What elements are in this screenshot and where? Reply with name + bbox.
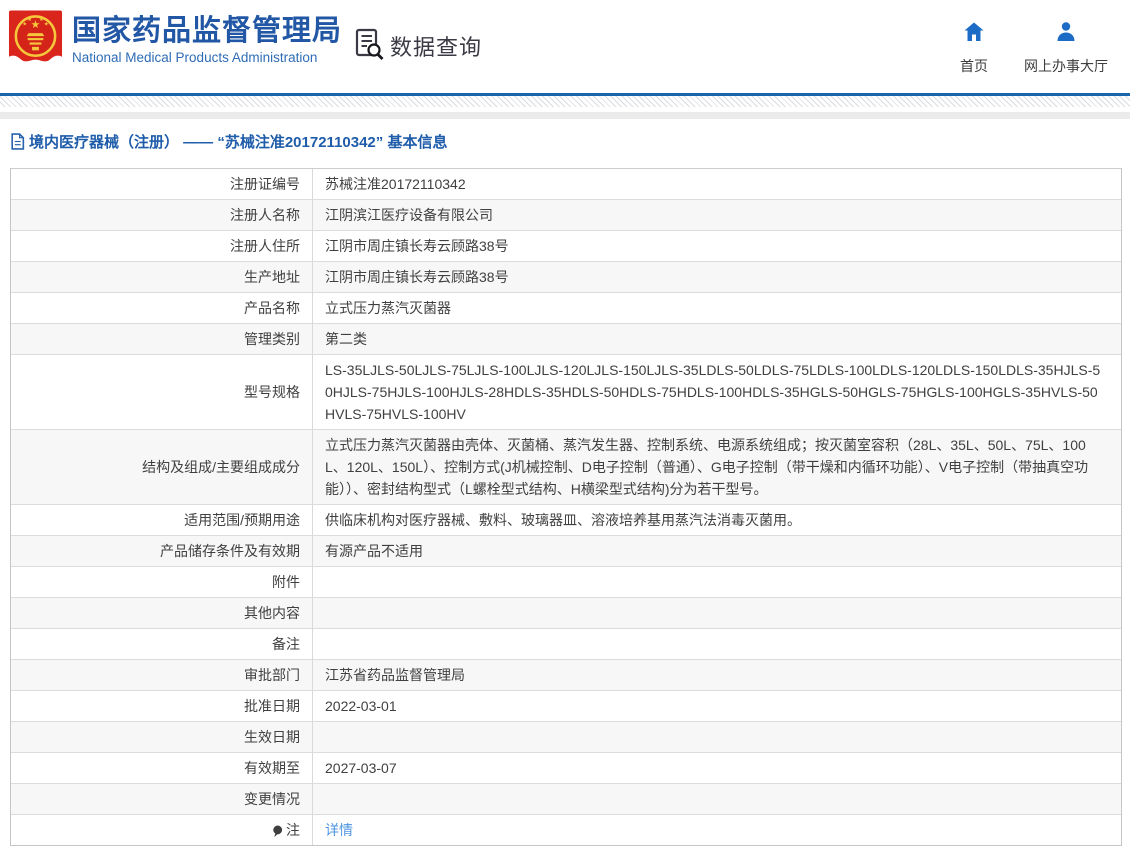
row-value: LS-35LJLS-50LJLS-75LJLS-100LJLS-120LJLS-… — [313, 355, 1121, 429]
table-row: 注册人名称江阴滨江医疗设备有限公司 — [11, 200, 1121, 231]
table-row: 审批部门江苏省药品监督管理局 — [11, 660, 1121, 691]
detail-link[interactable]: 详情 — [325, 822, 353, 838]
row-value: 第二类 — [313, 324, 1121, 354]
row-value-text: 第二类 — [325, 328, 1107, 350]
document-search-icon — [352, 27, 385, 65]
row-label: 其他内容 — [11, 598, 313, 628]
row-value — [313, 567, 1121, 597]
row-label: 管理类别 — [11, 324, 313, 354]
org-name-cn: 国家药品监督管理局 — [72, 15, 342, 47]
table-row: 变更情况 — [11, 784, 1121, 815]
table-row: 注册人住所江阴市周庄镇长寿云顾路38号 — [11, 231, 1121, 262]
row-value-text: 苏械注准20172110342 — [325, 173, 1107, 195]
home-icon — [962, 20, 986, 49]
row-value — [313, 598, 1121, 628]
row-label: 结构及组成/主要组成成分 — [11, 430, 313, 504]
table-row: 注详情 — [11, 815, 1121, 845]
row-value-text: 有源产品不适用 — [325, 540, 1107, 562]
row-value-text: LS-35LJLS-50LJLS-75LJLS-100LJLS-120LJLS-… — [325, 359, 1107, 425]
data-query-label: 数据查询 — [390, 30, 482, 62]
row-value: 江阴市周庄镇长寿云顾路38号 — [313, 231, 1121, 261]
row-label: 注册人名称 — [11, 200, 313, 230]
nav-item-service-hall[interactable]: 网上办事大厅 — [1024, 20, 1108, 76]
national-emblem-icon: ★ ★ ★ ★ ★ — [8, 9, 63, 77]
row-label: 生产地址 — [11, 262, 313, 292]
row-label: 附件 — [11, 567, 313, 597]
table-row: 型号规格LS-35LJLS-50LJLS-75LJLS-100LJLS-120L… — [11, 355, 1121, 430]
breadcrumb: 境内医疗器械（注册） —— “苏械注准20172110342” 基本信息 — [10, 127, 1130, 155]
table-row: 附件 — [11, 567, 1121, 598]
table-row: 管理类别第二类 — [11, 324, 1121, 355]
row-value-text: 详情 — [325, 819, 1107, 841]
row-label: 注 — [11, 815, 313, 845]
row-label: 注册人住所 — [11, 231, 313, 261]
row-value: 供临床机构对医疗器械、敷料、玻璃器皿、溶液培养基用蒸汽法消毒灭菌用。 — [313, 505, 1121, 535]
hatched-stripe-band — [0, 96, 1130, 107]
row-label: 产品储存条件及有效期 — [11, 536, 313, 566]
gray-strip — [0, 112, 1130, 119]
nav-item-home[interactable]: 首页 — [960, 20, 988, 76]
table-row: 批准日期 2022-03-01 — [11, 691, 1121, 722]
row-value: 立式压力蒸汽灭菌器 — [313, 293, 1121, 323]
row-label: 型号规格 — [11, 355, 313, 429]
row-value-text: 江阴市周庄镇长寿云顾路38号 — [325, 235, 1107, 257]
svg-text:★: ★ — [27, 17, 32, 23]
info-table: 注册证编号苏械注准20172110342注册人名称江阴滨江医疗设备有限公司注册人… — [10, 168, 1122, 846]
table-row: 产品名称立式压力蒸汽灭菌器 — [11, 293, 1121, 324]
nav-label-service-hall: 网上办事大厅 — [1024, 56, 1108, 76]
org-names: 国家药品监督管理局 National Medical Products Admi… — [72, 9, 342, 65]
row-label: 注册证编号 — [11, 169, 313, 199]
data-query[interactable]: 数据查询 — [352, 27, 482, 65]
row-value-text: 立式压力蒸汽灭菌器 — [325, 297, 1107, 319]
row-value: 立式压力蒸汽灭菌器由壳体、灭菌桶、蒸汽发生器、控制系统、电源系统组成；按灭菌室容… — [313, 430, 1121, 504]
row-value: 苏械注准20172110342 — [313, 169, 1121, 199]
row-label: 备注 — [11, 629, 313, 659]
row-value-text: 立式压力蒸汽灭菌器由壳体、灭菌桶、蒸汽发生器、控制系统、电源系统组成；按灭菌室容… — [325, 434, 1107, 500]
row-value-text: 2022-03-01 — [325, 695, 1107, 717]
table-row: 产品储存条件及有效期有源产品不适用 — [11, 536, 1121, 567]
row-label: 生效日期 — [11, 722, 313, 752]
table-row: 注册证编号苏械注准20172110342 — [11, 169, 1121, 200]
row-value — [313, 784, 1121, 814]
nav-label-home: 首页 — [960, 56, 988, 76]
row-value — [313, 722, 1121, 752]
row-label: 适用范围/预期用途 — [11, 505, 313, 535]
row-value: 有源产品不适用 — [313, 536, 1121, 566]
row-value: 2022-03-01 — [313, 691, 1121, 721]
row-label: 有效期至 — [11, 753, 313, 783]
svg-text:★: ★ — [44, 21, 49, 27]
row-value: 2027-03-07 — [313, 753, 1121, 783]
page-header: ★ ★ ★ ★ ★ 国家药品监督管理局 National Medical Pro… — [0, 0, 1130, 93]
row-label: 变更情况 — [11, 784, 313, 814]
nmpa-logo: ★ ★ ★ ★ ★ 国家药品监督管理局 National Medical Pro… — [8, 9, 342, 77]
row-value: 详情 — [313, 815, 1121, 845]
row-label: 产品名称 — [11, 293, 313, 323]
row-value-text: 江阴滨江医疗设备有限公司 — [325, 204, 1107, 226]
note-balloon-icon — [272, 825, 283, 838]
row-value-text: 江苏省药品监督管理局 — [325, 664, 1107, 686]
table-row: 生效日期 — [11, 722, 1121, 753]
row-value-text: 2027-03-07 — [325, 757, 1107, 779]
row-label: 批准日期 — [11, 691, 313, 721]
top-nav: 首页 网上办事大厅 — [960, 20, 1108, 76]
row-value-text: 供临床机构对医疗器械、敷料、玻璃器皿、溶液培养基用蒸汽法消毒灭菌用。 — [325, 509, 1107, 531]
table-row: 适用范围/预期用途供临床机构对医疗器械、敷料、玻璃器皿、溶液培养基用蒸汽法消毒灭… — [11, 505, 1121, 536]
org-name-en: National Medical Products Administration — [72, 50, 342, 65]
row-value: 江阴滨江医疗设备有限公司 — [313, 200, 1121, 230]
document-icon — [10, 133, 25, 150]
table-row: 备注 — [11, 629, 1121, 660]
person-icon — [1054, 20, 1078, 49]
row-value: 江阴市周庄镇长寿云顾路38号 — [313, 262, 1121, 292]
page-title: 境内医疗器械（注册） —— “苏械注准20172110342” 基本信息 — [29, 131, 447, 152]
row-value: 江苏省药品监督管理局 — [313, 660, 1121, 690]
table-row: 结构及组成/主要组成成分立式压力蒸汽灭菌器由壳体、灭菌桶、蒸汽发生器、控制系统、… — [11, 430, 1121, 505]
row-value — [313, 629, 1121, 659]
table-row: 生产地址江阴市周庄镇长寿云顾路38号 — [11, 262, 1121, 293]
row-label: 审批部门 — [11, 660, 313, 690]
row-value-text: 江阴市周庄镇长寿云顾路38号 — [325, 266, 1107, 288]
table-row: 有效期至 2027-03-07 — [11, 753, 1121, 784]
table-row: 其他内容 — [11, 598, 1121, 629]
